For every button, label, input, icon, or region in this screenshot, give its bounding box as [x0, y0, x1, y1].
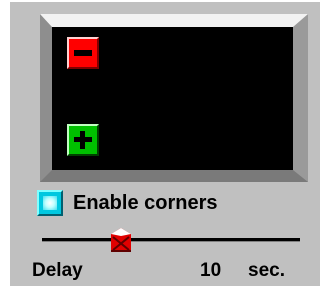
- screensaver-settings-panel: Enable corners Delay 10 sec.: [8, 0, 320, 286]
- delay-slider-track[interactable]: [42, 238, 300, 242]
- enable-corners-label[interactable]: Enable corners: [73, 192, 218, 215]
- enable-corners-option[interactable]: Enable corners: [37, 188, 218, 218]
- delay-label: Delay: [32, 260, 83, 281]
- corner-enable-button[interactable]: [67, 124, 99, 156]
- enable-corners-checkbox[interactable]: [37, 190, 63, 216]
- delay-value: 10: [200, 260, 222, 281]
- minus-icon: [74, 50, 92, 56]
- delay-slider-thumb[interactable]: [111, 228, 131, 252]
- corner-disable-button[interactable]: [67, 37, 99, 69]
- monitor-preview: [40, 14, 308, 182]
- delay-unit: sec.: [248, 260, 285, 281]
- checked-indicator: [43, 196, 57, 210]
